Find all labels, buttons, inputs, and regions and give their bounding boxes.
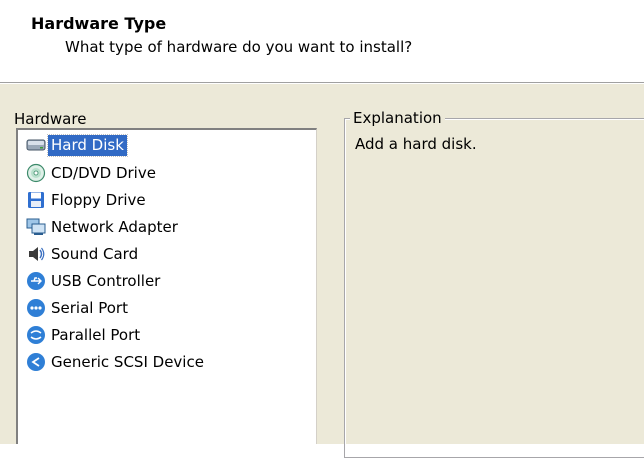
explanation-legend: Explanation — [350, 109, 445, 127]
list-item-label: Parallel Port — [51, 325, 141, 344]
list-item-label: CD/DVD Drive — [51, 163, 156, 182]
list-item-parallel-port[interactable]: Parallel Port — [26, 322, 143, 348]
list-item-cd-dvd-drive[interactable]: CD/DVD Drive — [26, 160, 159, 186]
list-item-label: Generic SCSI Device — [51, 352, 204, 371]
explanation-text: Add a hard disk. — [355, 135, 477, 153]
list-item-generic-scsi-device[interactable]: Generic SCSI Device — [26, 349, 207, 375]
scsi-icon — [26, 352, 46, 372]
list-item-network-adapter[interactable]: Network Adapter — [26, 214, 181, 240]
explanation-groupbox — [344, 118, 644, 458]
list-item-serial-port[interactable]: Serial Port — [26, 295, 131, 321]
hardware-list[interactable]: Hard Disk CD/DVD Drive Floppy Drive Netw… — [16, 128, 317, 444]
list-item-hard-disk[interactable]: Hard Disk — [26, 132, 128, 158]
list-item-label: Hard Disk — [47, 133, 128, 157]
list-item-label: Sound Card — [51, 244, 139, 263]
list-item-usb-controller[interactable]: USB Controller — [26, 268, 163, 294]
page-title: Hardware Type — [31, 14, 167, 33]
network-adapter-icon — [26, 217, 46, 237]
list-item-label: Serial Port — [51, 298, 128, 317]
list-item-sound-card[interactable]: Sound Card — [26, 241, 141, 267]
list-item-floppy-drive[interactable]: Floppy Drive — [26, 187, 149, 213]
list-item-label: Floppy Drive — [51, 190, 146, 209]
cd-dvd-icon — [26, 163, 46, 183]
usb-icon — [26, 271, 46, 291]
hardware-list-label: Hardware — [14, 110, 87, 128]
page-subtitle: What type of hardware do you want to ins… — [65, 38, 413, 56]
list-item-label: USB Controller — [51, 271, 161, 290]
hard-disk-icon — [26, 135, 46, 155]
floppy-icon — [26, 190, 46, 210]
list-item-label: Network Adapter — [51, 217, 178, 236]
sound-card-icon — [26, 244, 46, 264]
wizard-header: Hardware Type What type of hardware do y… — [0, 0, 644, 82]
parallel-port-icon — [26, 325, 46, 345]
serial-port-icon — [26, 298, 46, 318]
